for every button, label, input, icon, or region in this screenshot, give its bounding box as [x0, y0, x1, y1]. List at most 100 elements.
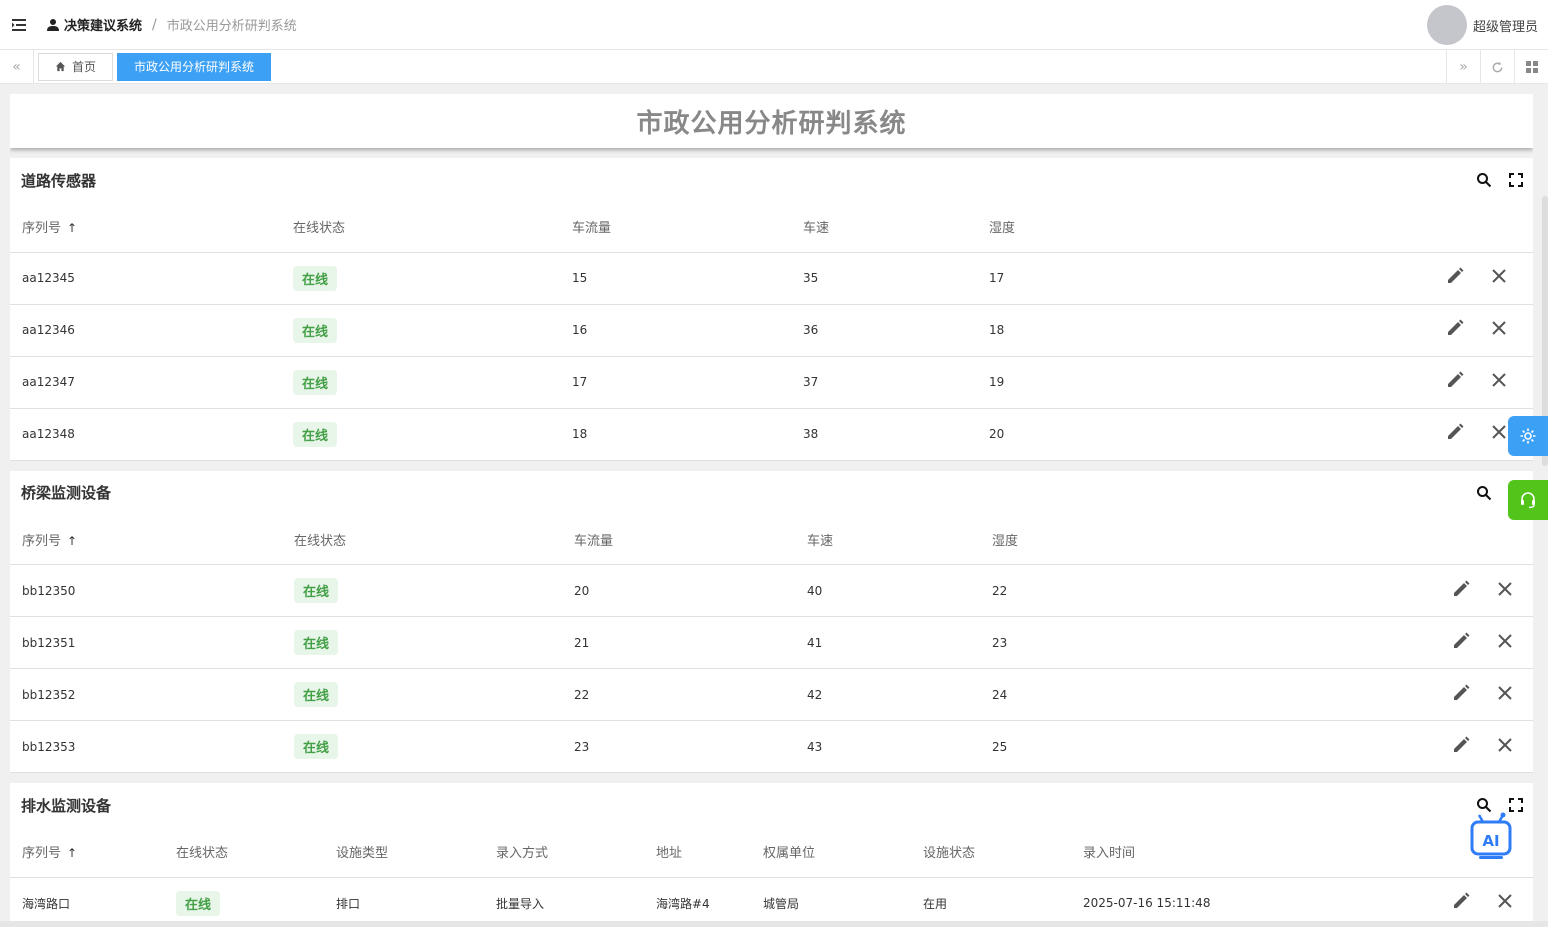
cell-speed: 36 [791, 304, 977, 357]
column-header-serial[interactable]: 序列号 ↑ [10, 514, 282, 565]
cell-serial: bb12350 [10, 564, 282, 617]
settings-float-button[interactable] [1508, 416, 1548, 456]
edit-icon[interactable] [1447, 683, 1471, 707]
delete-icon[interactable] [1491, 579, 1515, 603]
cell-humidity: 22 [980, 564, 1115, 617]
cell-serial: bb12353 [10, 720, 282, 773]
table-row[interactable]: bb12350 在线 20 40 22 [10, 564, 1533, 617]
column-header-flow[interactable]: 车流量 [562, 514, 795, 565]
user-menu[interactable]: 超级管理员 [1426, 4, 1538, 46]
edit-icon[interactable] [1447, 579, 1471, 603]
cell-humidity: 18 [977, 304, 1108, 357]
delete-icon[interactable] [1491, 683, 1515, 707]
delete-icon[interactable] [1485, 370, 1509, 394]
cell-flow: 23 [562, 720, 795, 773]
main-content: 市政公用分析研判系统 道路传感器 序列号 ↑ 在线状态 车流量 车速 湿度 aa… [10, 94, 1533, 927]
avatar[interactable] [1426, 5, 1467, 45]
drainage-devices-panel: 排水监测设备 序列号 ↑ 在线状态 设施类型 录入方式 地址 权属单位 设施状态 … [10, 783, 1533, 927]
cell-entry-method: 批量导入 [484, 877, 644, 927]
sort-up-icon[interactable]: ↑ [67, 846, 77, 860]
cell-speed: 41 [795, 616, 980, 669]
fullscreen-icon[interactable] [1505, 170, 1527, 190]
column-header-humidity[interactable]: 湿度 [977, 202, 1108, 253]
delete-icon[interactable] [1485, 422, 1509, 446]
road-sensors-title: 道路传感器 [21, 171, 97, 190]
column-header-facility-status[interactable]: 设施状态 [911, 827, 1071, 878]
cell-speed: 37 [791, 356, 977, 409]
edit-icon[interactable] [1441, 422, 1465, 446]
breadcrumb: 决策建议系统 / 市政公用分析研判系统 [46, 15, 297, 34]
search-icon[interactable] [1473, 483, 1495, 503]
table-row[interactable]: aa12345 在线 15 35 17 [10, 252, 1533, 305]
column-header-facility-type[interactable]: 设施类型 [324, 827, 484, 878]
column-header-humidity[interactable]: 湿度 [980, 514, 1115, 565]
delete-icon[interactable] [1491, 735, 1515, 759]
drainage-devices-title: 排水监测设备 [21, 796, 112, 815]
bottom-scrollbar[interactable] [0, 921, 1548, 927]
cell-serial: aa12345 [10, 252, 281, 305]
svg-text:AI: AI [1482, 832, 1499, 850]
table-row[interactable]: bb12352 在线 22 42 24 [10, 668, 1533, 721]
table-row[interactable]: aa12348 在线 18 38 20 [10, 408, 1533, 461]
column-header-entry-time[interactable]: 录入时间 [1071, 827, 1322, 878]
column-header-entry-method[interactable]: 录入方式 [484, 827, 644, 878]
edit-icon[interactable] [1441, 318, 1465, 342]
table-row[interactable]: bb12351 在线 21 41 23 [10, 616, 1533, 669]
tabs-scroll-right-icon[interactable]: » [1446, 50, 1480, 84]
status-badge: 在线 [293, 369, 338, 395]
cell-flow: 15 [560, 252, 791, 305]
tab-home-label: 首页 [72, 60, 97, 74]
support-float-button[interactable] [1508, 480, 1548, 520]
search-icon[interactable] [1473, 170, 1495, 190]
sort-up-icon[interactable]: ↑ [67, 534, 77, 548]
column-header-serial[interactable]: 序列号 ↑ [10, 202, 281, 253]
tab-municipal-analysis[interactable]: 市政公用分析研判系统 [117, 52, 272, 81]
edit-icon[interactable] [1447, 735, 1471, 759]
delete-icon[interactable] [1491, 891, 1515, 915]
column-header-owner[interactable]: 权属单位 [751, 827, 911, 878]
column-header-address[interactable]: 地址 [644, 827, 751, 878]
bridge-devices-panel: 桥梁监测设备 序列号 ↑ 在线状态 车流量 车速 湿度 bb12350 在线 2… [10, 470, 1533, 773]
cell-serial: aa12347 [10, 356, 281, 409]
tabs-scroll-left-icon[interactable]: « [0, 49, 34, 84]
breadcrumb-separator: / [152, 16, 157, 33]
cell-humidity: 19 [977, 356, 1108, 409]
column-header-status[interactable]: 在线状态 [282, 514, 562, 565]
table-row[interactable]: 海湾路口 在线 排口 批量导入 海湾路#4 城管局 在用 2025-07-16 … [10, 877, 1533, 927]
delete-icon[interactable] [1485, 266, 1509, 290]
status-badge: 在线 [294, 630, 339, 655]
breadcrumb-root[interactable]: 决策建议系统 [46, 15, 142, 34]
table-row[interactable]: aa12347 在线 17 37 19 [10, 356, 1533, 409]
grid-menu-icon[interactable] [1514, 50, 1548, 84]
column-header-flow[interactable]: 车流量 [560, 202, 791, 253]
cell-flow: 20 [562, 564, 795, 617]
edit-icon[interactable] [1447, 891, 1471, 915]
edit-icon[interactable] [1441, 266, 1465, 290]
column-header-status[interactable]: 在线状态 [281, 202, 560, 253]
tab-home[interactable]: 首页 [38, 52, 114, 81]
delete-icon[interactable] [1485, 318, 1509, 342]
cell-serial: bb12352 [10, 668, 282, 721]
delete-icon[interactable] [1491, 631, 1515, 655]
top-header: 决策建议系统 / 市政公用分析研判系统 超级管理员 [0, 0, 1548, 50]
column-header-speed[interactable]: 车速 [795, 514, 980, 565]
cell-flow: 17 [560, 356, 791, 409]
table-row[interactable]: bb12353 在线 23 43 25 [10, 720, 1533, 773]
sort-up-icon[interactable]: ↑ [67, 221, 77, 235]
edit-icon[interactable] [1441, 370, 1465, 394]
menu-toggle-icon[interactable] [0, 0, 38, 50]
column-header-status[interactable]: 在线状态 [164, 827, 324, 878]
edit-icon[interactable] [1447, 631, 1471, 655]
cell-flow: 22 [562, 668, 795, 721]
page-title: 市政公用分析研判系统 [636, 108, 907, 139]
cell-speed: 38 [791, 408, 977, 461]
status-badge: 在线 [294, 682, 339, 707]
table-row[interactable]: aa12346 在线 16 36 18 [10, 304, 1533, 357]
column-header-serial[interactable]: 序列号 ↑ [10, 827, 164, 878]
cell-owner: 城管局 [751, 877, 911, 927]
ai-assistant-icon[interactable]: AI [1469, 812, 1513, 864]
column-header-actions [1114, 514, 1533, 565]
refresh-icon[interactable] [1480, 50, 1514, 84]
tab-municipal-analysis-label: 市政公用分析研判系统 [134, 60, 255, 74]
column-header-speed[interactable]: 车速 [791, 202, 977, 253]
